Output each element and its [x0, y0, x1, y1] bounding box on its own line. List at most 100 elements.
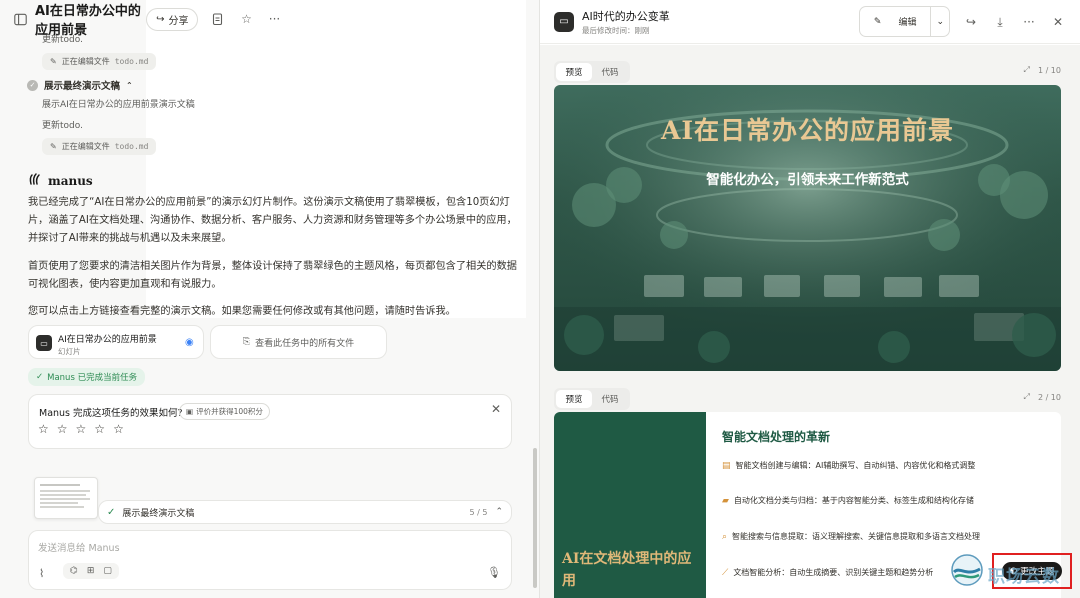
- slide-subtitle: 智能化办公，引领未来工作新范式: [706, 172, 909, 188]
- more-icon[interactable]: ···: [266, 11, 282, 27]
- page-number: 1 / 10: [1037, 65, 1061, 75]
- attach-icon[interactable]: ⌇: [39, 567, 44, 580]
- expand-icon[interactable]: ⤢: [1024, 392, 1030, 402]
- close-icon[interactable]: ✕: [491, 402, 501, 416]
- slide-title: AI在日常办公的应用前景: [660, 116, 955, 145]
- check-icon: ✓: [107, 506, 116, 518]
- preview-header: ▭ AI时代的办公变革 最后修改时间：刚刚 ✎ 编辑 ⌄ ↪ ⤓ ··· ✕: [540, 0, 1080, 44]
- share-icon[interactable]: ↪: [963, 14, 979, 30]
- star-icon[interactable]: ☆: [113, 422, 124, 436]
- message-paragraph: 我已经完成了“AI在日常办公的应用前景”的演示幻灯片制作。这份演示文稿使用了翡翠…: [28, 197, 517, 244]
- file-edit-chip[interactable]: ✎ 正在编辑文件 todo.md: [42, 53, 157, 70]
- star-icon[interactable]: ☆: [76, 422, 87, 436]
- apps-icon[interactable]: ⊞: [87, 566, 95, 576]
- slide-section-title: AI在文档处理中的应用: [562, 551, 692, 589]
- microphone-icon[interactable]: 🎙: [487, 566, 501, 579]
- reward-badge[interactable]: ▣ 评价并获得100积分: [179, 403, 270, 420]
- bullet-text: 自动化文档分类与归档：基于内容智能分类、标签生成和结构化存储: [733, 496, 974, 505]
- preview-panel: ▭ AI时代的办公变革 最后修改时间：刚刚 ✎ 编辑 ⌄ ↪ ⤓ ··· ✕ 预览: [540, 0, 1080, 598]
- share-label: 分享: [168, 15, 189, 27]
- task-complete-label: Manus 已完成当前任务: [47, 373, 138, 383]
- page-number: 2 / 10: [1037, 392, 1061, 402]
- step-text-update-todo: 更新todo.: [42, 121, 83, 131]
- connector-icon[interactable]: ⌬: [70, 566, 78, 576]
- attachment-type: 幻灯片: [58, 347, 81, 356]
- change-theme-button[interactable]: ◐ 更改主题: [1001, 562, 1063, 580]
- change-theme-highlight: ◐ 更改主题: [992, 553, 1072, 589]
- view-tabs: 预览 代码: [554, 388, 630, 410]
- reward-label: 评价并获得100积分: [196, 407, 263, 416]
- gift-icon: ▣: [186, 407, 194, 416]
- share-icon: ↪: [156, 13, 165, 25]
- tab-code[interactable]: 代码: [592, 63, 628, 81]
- edit-button[interactable]: ✎ 编辑: [860, 7, 931, 36]
- slide-title: 智能文档处理的革新: [722, 430, 831, 444]
- eye-icon[interactable]: ◉: [185, 337, 194, 348]
- files-icon[interactable]: [210, 11, 226, 27]
- download-icon[interactable]: ⤓: [992, 14, 1008, 30]
- slide-canvas[interactable]: AI在文档处理中的应用 智能文档处理的革新 ▤ 智能文档创建与编辑：AI辅助撰写、…: [554, 412, 1061, 598]
- chat-icon[interactable]: ▢: [103, 566, 112, 576]
- task-progress-bar[interactable]: ✓ 展示最终演示文稿 5 / 5 ⌃: [98, 500, 512, 524]
- screen-thumbnail[interactable]: [34, 477, 98, 519]
- attachment-name: AI在日常办公的应用前景: [58, 335, 157, 345]
- slides-file-icon: ▭: [36, 335, 52, 351]
- chevron-up-icon: ⌃: [126, 80, 133, 90]
- task-complete-badge: ✓ Manus 已完成当前任务: [28, 368, 146, 386]
- slide-bullet: ▤ 智能文档创建与编辑：AI辅助撰写、自动纠错、内容优化和格式调整: [722, 460, 975, 471]
- file-edit-label: 正在编辑文件: [61, 142, 110, 151]
- sidebar-toggle-icon[interactable]: [14, 11, 27, 27]
- manus-logo-icon: [28, 172, 42, 189]
- change-theme-label: 更改主题: [1020, 567, 1055, 577]
- progress-label: 展示最终演示文稿: [122, 508, 195, 519]
- tab-code[interactable]: 代码: [592, 390, 628, 408]
- slides-list[interactable]: 预览 代码 ⤢ 1 / 10 AI在日常办公的应用前景 智能化办公，引领未来工作…: [540, 45, 1080, 598]
- file-edit-label: 正在编辑文件: [61, 57, 110, 66]
- document-icon: ▤: [722, 460, 731, 471]
- palette-icon: ◐: [1009, 566, 1018, 576]
- star-icon[interactable]: ☆: [238, 11, 254, 27]
- message-composer: 发送消息给 Manus ⌇ ⌬ ⊞ ▢ 🎙: [28, 530, 512, 590]
- star-icon[interactable]: ☆: [57, 422, 68, 436]
- tab-preview[interactable]: 预览: [556, 390, 592, 408]
- bullet-text: 智能搜索与信息提取：语义理解搜索、关键信息提取和多语言文档处理: [732, 532, 981, 541]
- expand-icon[interactable]: ⤢: [1024, 65, 1030, 75]
- last-modified: 最后修改时间：刚刚: [582, 25, 650, 35]
- slide-canvas[interactable]: AI在日常办公的应用前景 智能化办公，引领未来工作新范式: [554, 85, 1061, 371]
- file-edit-name: todo.md: [114, 142, 149, 151]
- more-icon[interactable]: ···: [1021, 14, 1037, 30]
- star-icon[interactable]: ☆: [38, 422, 49, 436]
- slide-item: 预览 代码 ⤢ 2 / 10 AI在文档处理中的应用 智能文档处理的革新 ▤ 智能…: [554, 388, 1061, 598]
- view-all-files-button[interactable]: ⎘ 查看此任务中的所有文件: [210, 325, 387, 359]
- star-rating[interactable]: ☆ ☆ ☆ ☆ ☆: [38, 422, 124, 436]
- view-tabs: 预览 代码: [554, 61, 630, 83]
- slide-bullet: ⌕ 智能搜索与信息提取：语义理解搜索、关键信息提取和多语言文档处理: [722, 531, 980, 542]
- view-all-files-label: 查看此任务中的所有文件: [255, 338, 355, 349]
- edit-icon: ✎: [50, 57, 57, 66]
- star-icon[interactable]: ☆: [94, 422, 105, 436]
- message-paragraph: 首页使用了您要求的清洁相关图片作为背景，整体设计保持了翡翠绿色的主题风格，每页都…: [28, 261, 517, 290]
- file-edit-chip[interactable]: ✎ 正在编辑文件 todo.md: [42, 138, 157, 155]
- file-edit-name: todo.md: [114, 57, 149, 66]
- chevron-down-icon[interactable]: ⌄: [930, 7, 949, 36]
- slide-bullet: ⟋ 文档智能分析：自动生成摘要、识别关键主题和趋势分析: [722, 567, 933, 578]
- chevron-up-icon[interactable]: ⌃: [495, 507, 503, 517]
- chat-scrollbar[interactable]: [533, 448, 537, 588]
- step-header[interactable]: ✓ 展示最终演示文稿 ⌃: [27, 78, 133, 92]
- agent-signature: manus: [28, 172, 93, 189]
- slides-attachment-card[interactable]: ▭ AI在日常办公的应用前景 幻灯片 ◉: [28, 325, 204, 359]
- agent-name: manus: [48, 173, 93, 188]
- rating-question: Manus 完成这项任务的效果如何?: [39, 408, 183, 419]
- document-title: AI时代的办公变革: [582, 9, 670, 23]
- slide-item: 预览 代码 ⤢ 1 / 10 AI在日常办公的应用前景 智能化办公，引领未来工作…: [554, 61, 1061, 371]
- message-input[interactable]: 发送消息给 Manus: [38, 540, 120, 554]
- chart-icon: ⟋: [722, 567, 729, 578]
- tab-preview[interactable]: 预览: [556, 63, 592, 81]
- step-check-icon: ✓: [27, 79, 38, 91]
- pencil-icon: ✎: [873, 16, 882, 27]
- check-icon: ✓: [36, 372, 44, 382]
- step-text-update-todo: 更新todo.: [42, 35, 83, 45]
- app-window: AI在日常办公中的应用前景 ↪ 分享 ☆ ··· 更新todo. ✎ 正在编辑文…: [0, 0, 1080, 598]
- close-icon[interactable]: ✕: [1050, 14, 1066, 30]
- share-button[interactable]: ↪ 分享: [146, 7, 199, 31]
